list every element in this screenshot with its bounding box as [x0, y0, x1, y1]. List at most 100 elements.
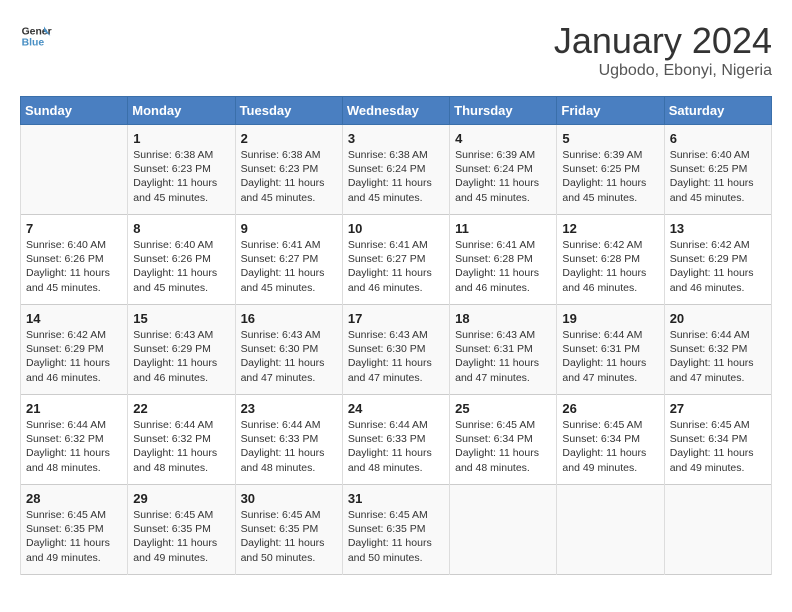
day-number: 24: [348, 401, 444, 416]
day-number: 18: [455, 311, 551, 326]
calendar-cell: 10 Sunrise: 6:41 AMSunset: 6:27 PMDayligh…: [342, 215, 449, 305]
day-info: Sunrise: 6:44 AMSunset: 6:32 PMDaylight:…: [133, 418, 229, 475]
calendar-week-row: 14 Sunrise: 6:42 AMSunset: 6:29 PMDayligh…: [21, 305, 772, 395]
day-number: 27: [670, 401, 766, 416]
calendar-cell: 3 Sunrise: 6:38 AMSunset: 6:24 PMDaylight…: [342, 125, 449, 215]
day-number: 17: [348, 311, 444, 326]
day-number: 10: [348, 221, 444, 236]
day-info: Sunrise: 6:43 AMSunset: 6:30 PMDaylight:…: [348, 328, 444, 385]
day-number: 14: [26, 311, 122, 326]
calendar-cell: 13Sunrise: 6:42 AMSunset: 6:29 PMDayligh…: [664, 215, 771, 305]
day-info: Sunrise: 6:44 AMSunset: 6:32 PMDaylight:…: [670, 328, 766, 385]
calendar-cell: 7 Sunrise: 6:40 AMSunset: 6:26 PMDaylight…: [21, 215, 128, 305]
day-info: Sunrise: 6:45 AMSunset: 6:35 PMDaylight:…: [26, 508, 122, 565]
day-number: 2: [241, 131, 337, 146]
day-info: Sunrise: 6:40 AMSunset: 6:26 PMDaylight:…: [26, 238, 122, 295]
calendar-week-row: 7 Sunrise: 6:40 AMSunset: 6:26 PMDaylight…: [21, 215, 772, 305]
day-info: Sunrise: 6:45 AMSunset: 6:34 PMDaylight:…: [562, 418, 658, 475]
day-number: 20: [670, 311, 766, 326]
day-info: Sunrise: 6:38 AMSunset: 6:24 PMDaylight:…: [348, 148, 444, 205]
calendar-table: SundayMondayTuesdayWednesdayThursdayFrid…: [20, 96, 772, 575]
col-header-monday: Monday: [128, 97, 235, 125]
day-info: Sunrise: 6:45 AMSunset: 6:34 PMDaylight:…: [455, 418, 551, 475]
calendar-cell: 30 Sunrise: 6:45 AMSunset: 6:35 PMDayligh…: [235, 485, 342, 575]
calendar-week-row: 28 Sunrise: 6:45 AMSunset: 6:35 PMDayligh…: [21, 485, 772, 575]
day-info: Sunrise: 6:40 AMSunset: 6:26 PMDaylight:…: [133, 238, 229, 295]
calendar-cell: 19Sunrise: 6:44 AMSunset: 6:31 PMDayligh…: [557, 305, 664, 395]
day-info: Sunrise: 6:45 AMSunset: 6:35 PMDaylight:…: [241, 508, 337, 565]
day-info: Sunrise: 6:44 AMSunset: 6:33 PMDaylight:…: [348, 418, 444, 475]
calendar-cell: 27Sunrise: 6:45 AMSunset: 6:34 PMDayligh…: [664, 395, 771, 485]
day-number: 3: [348, 131, 444, 146]
col-header-thursday: Thursday: [450, 97, 557, 125]
day-info: Sunrise: 6:41 AMSunset: 6:27 PMDaylight:…: [348, 238, 444, 295]
calendar-cell: 20 Sunrise: 6:44 AMSunset: 6:32 PMDayligh…: [664, 305, 771, 395]
day-number: 5: [562, 131, 658, 146]
calendar-cell: 31 Sunrise: 6:45 AMSunset: 6:35 PMDayligh…: [342, 485, 449, 575]
calendar-cell: 23 Sunrise: 6:44 AMSunset: 6:33 PMDayligh…: [235, 395, 342, 485]
day-info: Sunrise: 6:43 AMSunset: 6:29 PMDaylight:…: [133, 328, 229, 385]
calendar-cell: [450, 485, 557, 575]
day-number: 22: [133, 401, 229, 416]
day-number: 12: [562, 221, 658, 236]
calendar-cell: 21 Sunrise: 6:44 AMSunset: 6:32 PMDayligh…: [21, 395, 128, 485]
calendar-header-row: SundayMondayTuesdayWednesdayThursdayFrid…: [21, 97, 772, 125]
day-number: 1: [133, 131, 229, 146]
day-number: 8: [133, 221, 229, 236]
day-info: Sunrise: 6:44 AMSunset: 6:33 PMDaylight:…: [241, 418, 337, 475]
calendar-cell: 1 Sunrise: 6:38 AMSunset: 6:23 PMDaylight…: [128, 125, 235, 215]
day-number: 29: [133, 491, 229, 506]
calendar-subtitle: Ugbodo, Ebonyi, Nigeria: [554, 62, 772, 80]
day-number: 28: [26, 491, 122, 506]
svg-text:Blue: Blue: [22, 38, 45, 49]
day-number: 6: [670, 131, 766, 146]
calendar-title: January 2024: [554, 20, 772, 62]
calendar-cell: 2 Sunrise: 6:38 AMSunset: 6:23 PMDaylight…: [235, 125, 342, 215]
day-number: 23: [241, 401, 337, 416]
day-number: 9: [241, 221, 337, 236]
day-info: Sunrise: 6:42 AMSunset: 6:28 PMDaylight:…: [562, 238, 658, 295]
col-header-sunday: Sunday: [21, 97, 128, 125]
calendar-cell: 17 Sunrise: 6:43 AMSunset: 6:30 PMDayligh…: [342, 305, 449, 395]
day-info: Sunrise: 6:42 AMSunset: 6:29 PMDaylight:…: [26, 328, 122, 385]
calendar-cell: 14 Sunrise: 6:42 AMSunset: 6:29 PMDayligh…: [21, 305, 128, 395]
day-info: Sunrise: 6:39 AMSunset: 6:25 PMDaylight:…: [562, 148, 658, 205]
calendar-week-row: 21 Sunrise: 6:44 AMSunset: 6:32 PMDayligh…: [21, 395, 772, 485]
day-number: 31: [348, 491, 444, 506]
col-header-tuesday: Tuesday: [235, 97, 342, 125]
calendar-cell: 26 Sunrise: 6:45 AMSunset: 6:34 PMDayligh…: [557, 395, 664, 485]
day-number: 4: [455, 131, 551, 146]
day-info: Sunrise: 6:43 AMSunset: 6:30 PMDaylight:…: [241, 328, 337, 385]
day-info: Sunrise: 6:38 AMSunset: 6:23 PMDaylight:…: [241, 148, 337, 205]
calendar-cell: 8 Sunrise: 6:40 AMSunset: 6:26 PMDaylight…: [128, 215, 235, 305]
calendar-cell: 12 Sunrise: 6:42 AMSunset: 6:28 PMDayligh…: [557, 215, 664, 305]
day-info: Sunrise: 6:40 AMSunset: 6:25 PMDaylight:…: [670, 148, 766, 205]
day-info: Sunrise: 6:39 AMSunset: 6:24 PMDaylight:…: [455, 148, 551, 205]
day-info: Sunrise: 6:43 AMSunset: 6:31 PMDaylight:…: [455, 328, 551, 385]
day-number: 15: [133, 311, 229, 326]
calendar-cell: 18 Sunrise: 6:43 AMSunset: 6:31 PMDayligh…: [450, 305, 557, 395]
logo-icon: General Blue: [20, 20, 52, 52]
day-number: 25: [455, 401, 551, 416]
day-info: Sunrise: 6:44 AMSunset: 6:31 PMDaylight:…: [562, 328, 658, 385]
calendar-cell: 29Sunrise: 6:45 AMSunset: 6:35 PMDayligh…: [128, 485, 235, 575]
day-info: Sunrise: 6:44 AMSunset: 6:32 PMDaylight:…: [26, 418, 122, 475]
day-info: Sunrise: 6:45 AMSunset: 6:35 PMDaylight:…: [348, 508, 444, 565]
calendar-cell: 5 Sunrise: 6:39 AMSunset: 6:25 PMDaylight…: [557, 125, 664, 215]
day-info: Sunrise: 6:38 AMSunset: 6:23 PMDaylight:…: [133, 148, 229, 205]
calendar-cell: [664, 485, 771, 575]
title-block: January 2024 Ugbodo, Ebonyi, Nigeria: [554, 20, 772, 80]
day-number: 7: [26, 221, 122, 236]
calendar-cell: 6 Sunrise: 6:40 AMSunset: 6:25 PMDaylight…: [664, 125, 771, 215]
calendar-cell: 16 Sunrise: 6:43 AMSunset: 6:30 PMDayligh…: [235, 305, 342, 395]
logo: General Blue: [20, 20, 52, 52]
calendar-cell: 22 Sunrise: 6:44 AMSunset: 6:32 PMDayligh…: [128, 395, 235, 485]
col-header-friday: Friday: [557, 97, 664, 125]
calendar-cell: 4 Sunrise: 6:39 AMSunset: 6:24 PMDaylight…: [450, 125, 557, 215]
day-number: 16: [241, 311, 337, 326]
calendar-cell: [557, 485, 664, 575]
day-number: 26: [562, 401, 658, 416]
calendar-cell: 11Sunrise: 6:41 AMSunset: 6:28 PMDayligh…: [450, 215, 557, 305]
day-number: 30: [241, 491, 337, 506]
day-number: 21: [26, 401, 122, 416]
